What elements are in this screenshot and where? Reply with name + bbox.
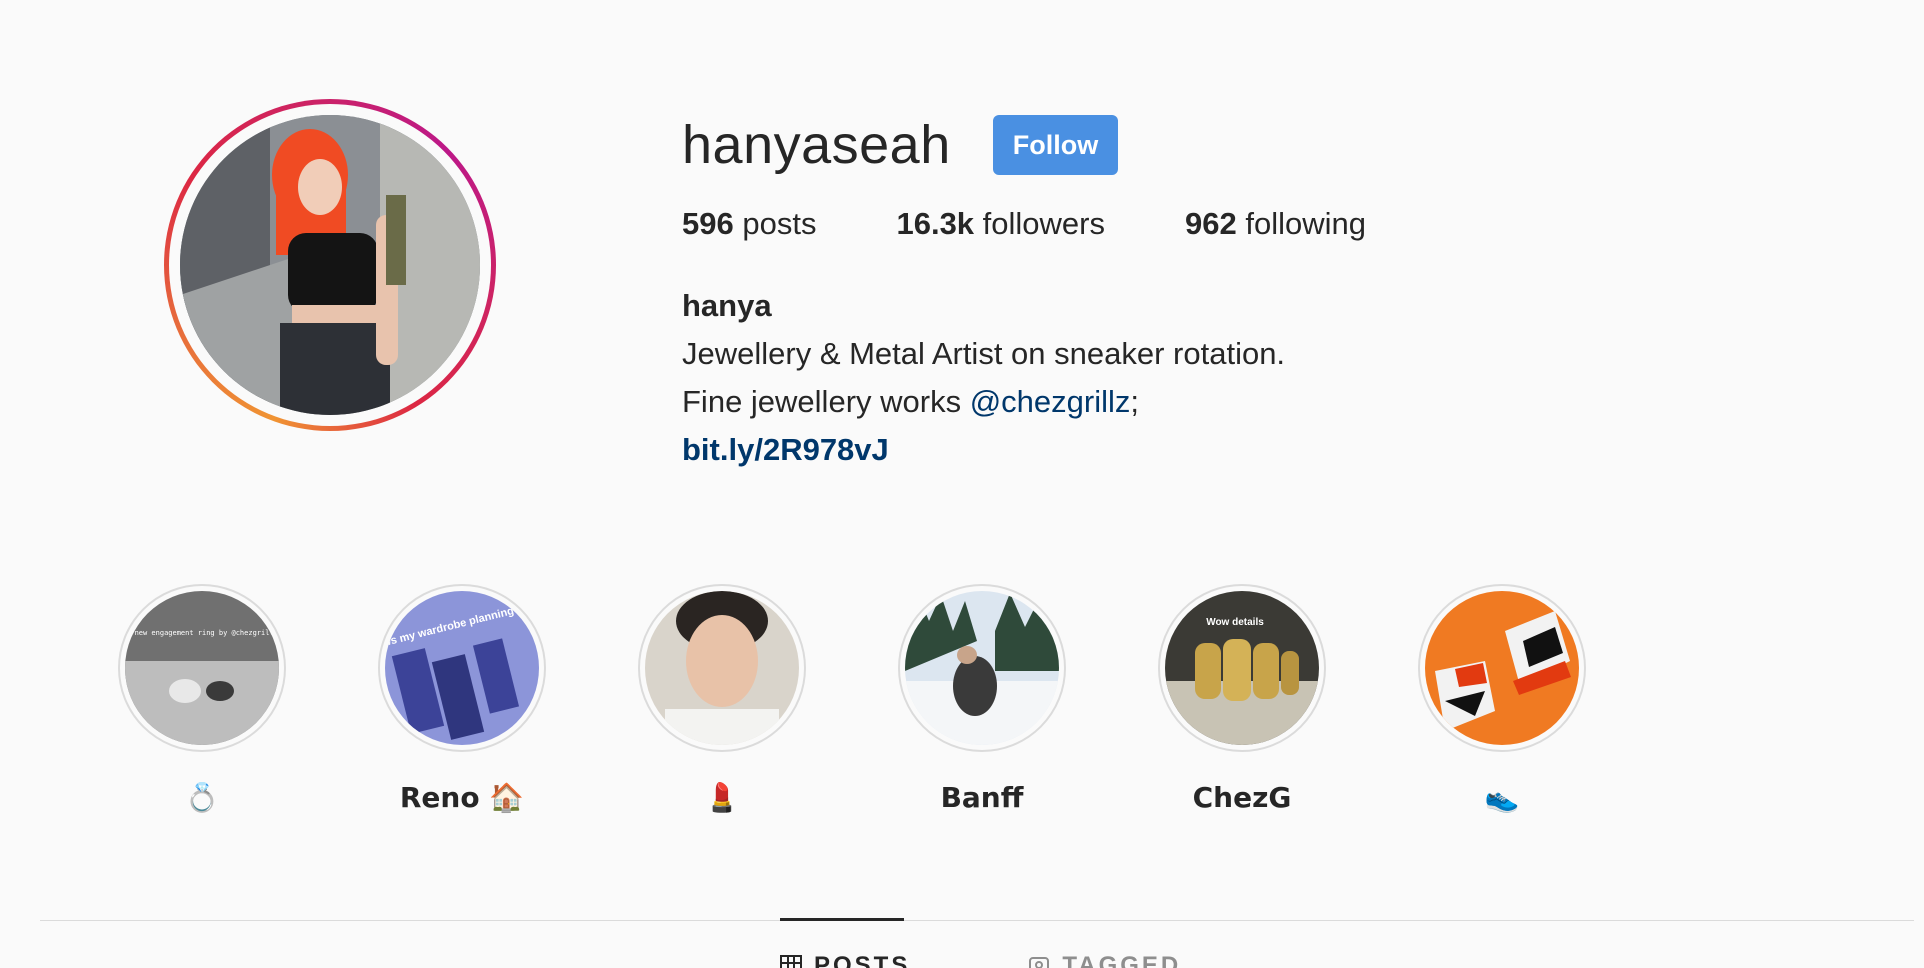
highlight-ring (638, 584, 806, 752)
full-name: hanya (682, 288, 772, 323)
highlight-cover (905, 591, 1059, 745)
following-label: following (1245, 206, 1366, 241)
bio-line-2: Fine jewellery works @chezgrillz; (682, 378, 1446, 426)
highlight-ring: Hows my wardrobe planning? (378, 584, 546, 752)
profile-info: hanyaseah Follow 596 posts 16.3k followe… (682, 110, 1446, 474)
followers-count: 16.3k (896, 206, 975, 241)
highlight-item[interactable]: Wow details ChezG (1158, 584, 1326, 818)
profile-stats: 596 posts 16.3k followers 962 following (682, 206, 1446, 242)
highlight-label: Banff (940, 781, 1024, 814)
profile-page: hanyaseah Follow 596 posts 16.3k followe… (0, 0, 1924, 968)
bio-line-1: Jewellery & Metal Artist on sneaker rota… (682, 336, 1286, 371)
highlight-item[interactable]: Banff (898, 584, 1066, 818)
tabs-divider (40, 920, 1914, 921)
tab-tagged-label: TAGGED (1062, 952, 1182, 968)
story-highlights: A new engagement ring by @chezgrillz 💍 H… (118, 584, 1678, 818)
highlight-label: ChezG (1192, 781, 1292, 814)
profile-bio: hanya Jewellery & Metal Artist on sneake… (682, 282, 1446, 474)
following-count: 962 (1185, 206, 1237, 241)
followers-label: followers (982, 206, 1105, 241)
mention-link[interactable]: @chezgrillz (970, 384, 1131, 419)
posts-count: 596 (682, 206, 734, 241)
profile-avatar-story-ring[interactable] (164, 99, 496, 431)
highlight-item[interactable]: A new engagement ring by @chezgrillz 💍 (118, 584, 286, 818)
bio-external-link[interactable]: bit.ly/2R978vJ (682, 426, 1446, 474)
followers-stat[interactable]: 16.3k followers (896, 206, 1105, 242)
tab-posts-label: POSTS (814, 952, 911, 968)
bio-line-2-text: Fine jewellery works (682, 384, 970, 419)
highlight-cover-text: A new engagement ring by @chezgrillz (126, 629, 278, 637)
title-row: hanyaseah Follow (682, 110, 1446, 180)
highlight-label: 👟 (1484, 781, 1520, 814)
highlight-label: 💄 (704, 781, 740, 814)
tab-posts[interactable]: POSTS (780, 952, 910, 968)
highlight-ring (1418, 584, 1586, 752)
highlight-cover: A new engagement ring by @chezgrillz (125, 591, 279, 745)
avatar (180, 115, 480, 415)
posts-label: posts (742, 206, 817, 241)
highlight-cover: Wow details (1165, 591, 1319, 745)
highlight-cover-text: Wow details (1206, 617, 1264, 628)
highlight-item[interactable]: 💄 (638, 584, 806, 818)
tag-icon (1029, 957, 1050, 968)
highlight-ring (898, 584, 1066, 752)
highlight-item[interactable]: 👟 (1418, 584, 1586, 818)
highlight-cover: Hows my wardrobe planning? (385, 591, 539, 745)
highlight-ring: Wow details (1158, 584, 1326, 752)
highlight-label: Reno 🏠 (399, 781, 525, 814)
highlight-cover (1425, 591, 1579, 745)
highlight-item[interactable]: Hows my wardrobe planning? Reno 🏠 (378, 584, 546, 818)
highlight-ring: A new engagement ring by @chezgrillz (118, 584, 286, 752)
highlight-cover (645, 591, 799, 745)
username: hanyaseah (682, 115, 951, 175)
profile-tabs: POSTS TAGGED (780, 952, 1299, 968)
following-stat[interactable]: 962 following (1185, 206, 1366, 242)
active-tab-indicator (780, 918, 904, 921)
highlight-label: 💍 (184, 781, 220, 814)
follow-button[interactable]: Follow (992, 115, 1119, 175)
bio-line-2-suffix: ; (1130, 384, 1140, 419)
grid-icon (780, 955, 802, 968)
avatar-gap (169, 104, 491, 426)
tab-tagged[interactable]: TAGGED (1028, 952, 1181, 968)
posts-stat: 596 posts (682, 206, 816, 242)
